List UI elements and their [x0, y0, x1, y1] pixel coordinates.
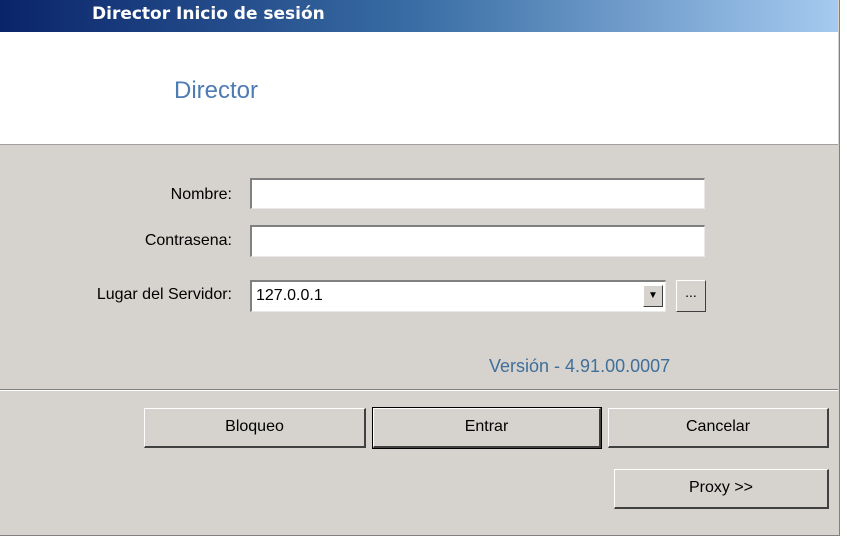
version-text: Versión - 4.91.00.0007 [489, 356, 671, 376]
server-select[interactable]: 127.0.0.1 ▼ [250, 280, 666, 312]
separator [0, 389, 838, 391]
name-input[interactable] [250, 178, 705, 209]
dropdown-arrow-icon[interactable]: ▼ [643, 285, 663, 307]
lock-button[interactable]: Bloqueo [144, 408, 366, 448]
browse-button[interactable]: ... [676, 280, 706, 312]
password-label: Contrasena: [144, 232, 232, 249]
name-label: Nombre: [170, 186, 232, 203]
login-dialog: Director Inicio de sesión Director Nombr… [0, 0, 840, 536]
proxy-button[interactable]: Proxy >> [614, 469, 829, 509]
title-bar[interactable]: Director Inicio de sesión [0, 0, 838, 32]
password-input[interactable] [250, 225, 705, 257]
app-name: Director [174, 77, 259, 104]
window-title: Director Inicio de sesión [92, 4, 325, 24]
cancel-button[interactable]: Cancelar [608, 408, 829, 448]
banner: Director [0, 32, 838, 145]
enter-button[interactable]: Entrar [372, 407, 602, 449]
server-label: Lugar del Servidor: [96, 286, 232, 303]
server-value: 127.0.0.1 [256, 287, 323, 304]
